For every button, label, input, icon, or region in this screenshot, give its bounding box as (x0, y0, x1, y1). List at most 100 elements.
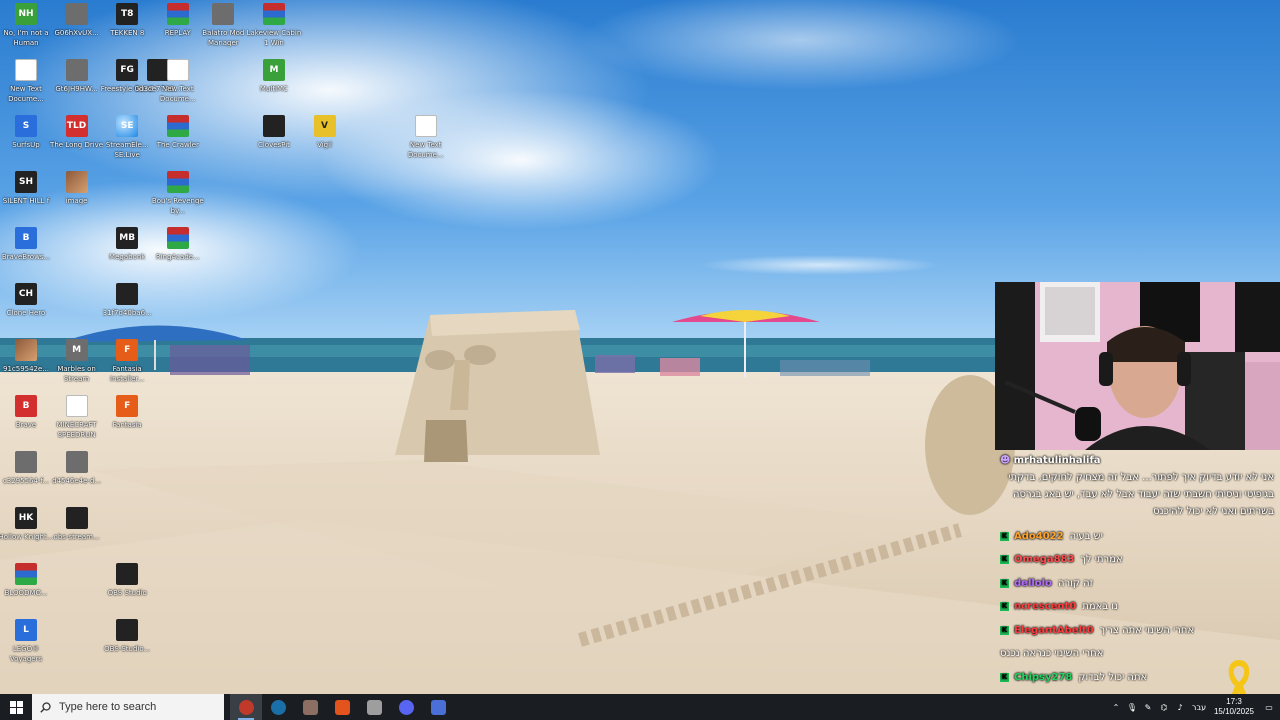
steam-icon (270, 699, 286, 715)
notification-icon[interactable]: ▭ (1258, 694, 1280, 720)
taskbar-app-steam[interactable] (262, 694, 294, 720)
desktop-icon[interactable]: B Brave (0, 395, 52, 451)
desktop-icon-label: LEGO® Voyagers (9, 645, 43, 663)
desktop-icon[interactable]: F Fantasia (101, 395, 153, 451)
desktop-icon[interactable]: G06hXvUX... (51, 3, 103, 59)
clock-time: 17:3 (1226, 697, 1242, 706)
chat-message-highlight: ☻ mrhatulinhalifa אני לא יודע בדיוק איך … (994, 450, 1280, 520)
desktop-icon[interactable]: OBS Studio (101, 563, 153, 619)
app-icon: L (15, 619, 37, 641)
app-icon (116, 619, 139, 641)
taskbar-app-discord[interactable] (390, 694, 422, 720)
desktop-icon[interactable]: F Fantasia Installer... (101, 339, 153, 395)
desktop-icon[interactable]: c3295564-f... (0, 451, 52, 507)
desktop-icon[interactable]: TLD The Long Drive (50, 115, 103, 171)
chat-message-text: זה קורה (1057, 577, 1094, 589)
app-icon: MB (116, 227, 139, 249)
network-icon[interactable]: ⌬ (1156, 694, 1172, 720)
chevron-up-icon[interactable]: ⌃ (1108, 694, 1124, 720)
start-button[interactable] (0, 694, 32, 720)
discord-icon (398, 699, 414, 715)
desktop-icon[interactable]: BLOODMO... (0, 563, 52, 619)
desktop-icon-label: Lakeview Cabin 1 Win (246, 29, 302, 47)
taskbar-app-app5[interactable] (358, 694, 390, 720)
chat-username: Chipsy278 (1014, 671, 1073, 683)
desktop-icon[interactable]: SE StreamEle... SE.Live (101, 115, 153, 171)
app-icon: SH (15, 171, 37, 193)
desktop-icon[interactable]: Lakeview Cabin 1 Win (247, 3, 301, 59)
desktop-icon[interactable]: Balatro Mod Manager (197, 3, 249, 59)
desktop-icon[interactable]: SH SILENT HILL f (0, 171, 52, 227)
chat-message: K Omega883 אמרתי לך (994, 550, 1280, 570)
desktop-icon[interactable]: B BraveBrows... (0, 227, 52, 283)
desktop-icon[interactable]: 91c59542e... (0, 339, 52, 395)
taskbar-app-app7[interactable] (422, 694, 454, 720)
app-icon (116, 563, 139, 585)
desktop-icon-label: Clone Hero (6, 309, 46, 317)
app-icon: M (262, 59, 285, 81)
search-icon (40, 701, 51, 713)
desktop-icon[interactable]: CH Clone Hero (0, 283, 52, 339)
chat-badge-icon: K (1000, 625, 1009, 635)
input-language[interactable]: עבר (1188, 703, 1210, 712)
chat-username: ElegantAbelt0 (1014, 624, 1094, 636)
desktop-icon[interactable]: The Crawler (152, 115, 204, 171)
pen-icon[interactable]: ✎ (1140, 694, 1156, 720)
desktop-icon[interactable]: New Text Docume... (0, 59, 52, 115)
app-icon (15, 451, 37, 473)
desktop-icon[interactable]: New Text Docume... (152, 59, 204, 115)
chat-username: Ado4022 (1014, 530, 1064, 542)
desktop-icon-label: 31f7d40ba6... (102, 309, 152, 317)
taskbar-app-files[interactable] (294, 694, 326, 720)
chat-username: dellolo (1014, 577, 1052, 589)
app-icon (65, 59, 88, 81)
app-icon: NH (15, 3, 37, 25)
chat-badge-icon: ☻ (1000, 455, 1011, 466)
taskbar-app-obs[interactable] (230, 694, 262, 720)
desktop-icon-label: obs-stream... (53, 533, 100, 541)
chat-message-text: אמרתי לך (1080, 554, 1123, 565)
clock[interactable]: 17:3 15/10/2025 (1210, 697, 1258, 717)
taskbar-search-box[interactable]: Type here to search (32, 694, 224, 720)
desktop-icon[interactable]: HK Hollow Knight... (0, 507, 53, 563)
desktop-icon[interactable]: V Vigil (299, 115, 351, 171)
desktop-icon[interactable]: S SurfsUp (0, 115, 52, 171)
desktop-icon[interactable]: Gt6JH9HW... (51, 59, 103, 115)
app-icon: CH (15, 283, 37, 305)
volume-icon[interactable]: ♪ (1172, 694, 1188, 720)
windows-logo-icon (9, 700, 23, 714)
app-icon (15, 59, 37, 81)
desktop-icon[interactable]: image (51, 171, 103, 227)
chat-message-text: יש בעיה (1069, 530, 1103, 542)
chat-username: Omega883 (1014, 554, 1075, 565)
desktop-icon-label: New Text Docume... (159, 85, 196, 103)
chat-message-text: אחרי השינוי אתה צריך (1099, 624, 1195, 636)
desktop-icon[interactable]: M MultiMC (248, 59, 300, 115)
desktop-icon[interactable]: OBS-Studio... (101, 619, 153, 675)
desktop-icon[interactable]: New Text Docume... (400, 115, 452, 171)
app-icon (166, 59, 189, 81)
desktop-icon[interactable]: M Marbles on Stream (51, 339, 103, 395)
desktop-icon[interactable]: ClovesPit (248, 115, 300, 171)
chat-username: ncrescent0 (1014, 601, 1077, 612)
desktop-icon-label: d4546e4e-d... (52, 477, 102, 485)
stream-chat-overlay: ☻ mrhatulinhalifa אני לא יודע בדיוק איך … (994, 450, 1280, 690)
taskbar-app-brave[interactable] (326, 694, 358, 720)
app-icon (65, 395, 88, 417)
app-icon: F (116, 339, 139, 361)
desktop-icon[interactable]: RingAcade... (152, 227, 204, 283)
app-icon (166, 115, 189, 137)
desktop-icon-label: Vigil (317, 141, 332, 149)
desktop-icon[interactable]: T8 TEKKEN 8 (101, 3, 153, 59)
desktop-icon[interactable]: MB Megabonk (101, 227, 153, 283)
desktop-icon[interactable]: L LEGO® Voyagers (0, 619, 52, 675)
desktop-icon[interactable]: 31f7d40ba6... (101, 283, 153, 339)
desktop-icon[interactable]: obs-stream... (51, 507, 103, 563)
desktop-icon[interactable]: Bou's Revenge by... (152, 171, 204, 227)
microphone-icon[interactable]: 🎙︎ (1124, 694, 1140, 720)
desktop-icon[interactable]: MINECRAFT SPEEDRUN (51, 395, 103, 451)
desktop-icon[interactable]: NH No, I'm not a Human (0, 3, 52, 59)
files-icon (302, 699, 318, 715)
app-icon: HK (15, 507, 37, 529)
desktop-icon[interactable]: d4546e4e-d... (51, 451, 103, 507)
